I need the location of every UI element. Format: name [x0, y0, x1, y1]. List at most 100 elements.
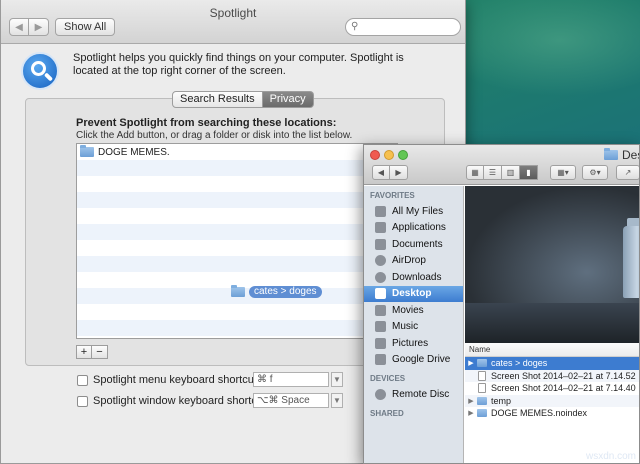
tab-search-results[interactable]: Search Results — [172, 91, 263, 108]
search-icon: ⚲ — [351, 21, 359, 32]
sidebar-item-movies[interactable]: Movies — [364, 302, 463, 319]
close-button[interactable] — [370, 150, 380, 160]
forward-button[interactable]: ▶ — [29, 18, 49, 36]
sidebar-item-airdrop[interactable]: AirDrop — [364, 253, 463, 270]
sidebar-item-label: Pictures — [392, 337, 429, 349]
folder-icon — [477, 359, 487, 368]
coverflow-icon: ▮ — [526, 168, 531, 177]
coverflow-preview — [465, 186, 639, 343]
finder-back-button[interactable]: ◀ — [372, 165, 390, 180]
folder-icon — [477, 396, 487, 405]
chevron-left-icon: ◀ — [15, 21, 23, 33]
share-button[interactable]: ↗ — [616, 165, 639, 180]
all-files-icon — [375, 205, 386, 217]
table-row[interactable]: ▶ DOGE MEMES.noindex — [465, 407, 639, 420]
devices-header: DEVICES — [370, 374, 406, 383]
list-view-button[interactable]: ☰ — [484, 165, 502, 180]
finder-toolbar: Deskt ◀ ▶ ▦ ☰ ▥ ▮ ▦▾ ⚙▾ ↗ — [364, 145, 639, 185]
disclosure-triangle-icon[interactable]: ▶ — [467, 359, 475, 367]
window-shortcut-field[interactable]: ⌥⌘ Space — [253, 393, 329, 408]
window-shortcut-label: Spotlight window keyboard shortcut: — [93, 395, 270, 407]
add-button[interactable]: + — [76, 345, 92, 359]
music-icon — [375, 321, 386, 333]
arrange-icon: ▦▾ — [557, 168, 569, 177]
sidebar-item-applications[interactable]: Applications — [364, 220, 463, 237]
sidebar-item-all-my-files[interactable]: All My Files — [364, 203, 463, 220]
list-icon: ☰ — [488, 168, 497, 177]
preview-image — [623, 226, 639, 298]
dragged-folder[interactable]: cates > doges — [231, 285, 322, 298]
favorites-header: FAVORITES — [370, 191, 415, 200]
folder-icon — [477, 409, 487, 418]
watermark: wsxdn.com — [585, 451, 636, 462]
dragged-folder-label: cates > doges — [249, 286, 322, 298]
applications-icon — [375, 222, 386, 234]
sidebar-item-music[interactable]: Music — [364, 319, 463, 336]
action-button[interactable]: ⚙▾ — [582, 165, 608, 180]
menu-shortcut-label: Spotlight menu keyboard shortcut: — [93, 374, 260, 386]
minimize-button[interactable] — [384, 150, 394, 160]
arrange-button[interactable]: ▦▾ — [550, 165, 576, 180]
remove-button[interactable]: − — [92, 345, 108, 359]
preview-floor — [465, 303, 639, 343]
sidebar-item-google-drive[interactable]: Google Drive — [364, 352, 463, 369]
column-view-button[interactable]: ▥ — [502, 165, 520, 180]
disclosure-triangle-icon[interactable]: ▶ — [467, 397, 475, 405]
file-name: Screen Shot 2014–02–21 at 7.14.52 — [491, 370, 636, 381]
disclosure-triangle-icon[interactable]: ▶ — [467, 409, 475, 417]
sidebar-item-documents[interactable]: Documents — [364, 236, 463, 253]
sidebar-item-label: Music — [392, 321, 419, 333]
file-name: DOGE MEMES.noindex — [491, 408, 588, 419]
sidebar-item-label: Downloads — [392, 271, 442, 283]
table-row[interactable]: Screen Shot 2014–02–21 at 7.14.40 — [465, 382, 639, 395]
menu-shortcut-checkbox[interactable] — [77, 374, 88, 386]
sidebar-item-desktop[interactable]: Desktop — [364, 285, 463, 302]
menu-shortcut-row: Spotlight menu keyboard shortcut: ⌘ f ▼ — [77, 372, 343, 387]
prevent-title: Prevent Spotlight from searching these l… — [76, 117, 337, 129]
desktop-icon — [375, 288, 386, 300]
sidebar-item-label: Applications — [392, 222, 446, 234]
google-drive-icon — [375, 354, 386, 366]
menu-shortcut-dropdown[interactable]: ▼ — [331, 372, 343, 387]
window-shortcut-checkbox[interactable] — [77, 395, 88, 407]
movies-icon — [375, 304, 386, 316]
airdrop-icon — [375, 255, 386, 267]
file-name: Screen Shot 2014–02–21 at 7.14.40 — [491, 383, 636, 394]
finder-nav: ◀ ▶ — [372, 165, 408, 180]
folder-icon — [604, 148, 618, 160]
search-input[interactable]: ⚲ — [345, 18, 461, 36]
show-all-button[interactable]: Show All — [55, 18, 116, 36]
finder-forward-button[interactable]: ▶ — [390, 165, 408, 180]
chevron-right-icon: ▶ — [395, 168, 402, 177]
sidebar-item-downloads[interactable]: Downloads — [364, 269, 463, 286]
icon-view-button[interactable]: ▦ — [466, 165, 484, 180]
share-icon: ↗ — [624, 168, 632, 177]
column-header-name[interactable]: Name — [465, 343, 639, 357]
table-row[interactable]: Screen Shot 2014–02–21 at 7.14.52 — [465, 369, 639, 382]
table-row[interactable]: ▶ cates > doges — [465, 357, 639, 370]
nav-buttons: ◀ ▶ — [9, 18, 49, 36]
tab-privacy[interactable]: Privacy — [262, 91, 314, 108]
list-item[interactable]: DOGE MEMES. — [77, 144, 397, 160]
spotlight-description: Spotlight helps you quickly find things … — [73, 52, 404, 77]
finder-title: Deskt — [604, 148, 639, 162]
table-row[interactable]: ▶ temp — [465, 394, 639, 407]
sidebar-item-remote-disc[interactable]: Remote Disc — [364, 386, 463, 403]
view-mode-segment: ▦ ☰ ▥ ▮ — [466, 165, 538, 180]
zoom-button[interactable] — [398, 150, 408, 160]
chevron-down-icon: ▼ — [333, 375, 341, 384]
image-file-icon — [478, 370, 486, 381]
columns-icon: ▥ — [506, 168, 515, 177]
back-button[interactable]: ◀ — [9, 18, 29, 36]
grid-icon: ▦ — [471, 168, 479, 177]
coverflow-view-button[interactable]: ▮ — [520, 165, 538, 180]
sidebar-item-pictures[interactable]: Pictures — [364, 335, 463, 352]
prevent-instructions: Click the Add button, or drag a folder o… — [76, 130, 353, 141]
sidebar-item-label: Movies — [392, 304, 424, 316]
window-shortcut-dropdown[interactable]: ▼ — [331, 393, 343, 408]
excluded-locations-list[interactable]: DOGE MEMES. cates > doges — [76, 143, 398, 339]
menu-shortcut-field[interactable]: ⌘ f — [253, 372, 329, 387]
folder-icon — [231, 285, 245, 297]
add-remove-buttons: + − — [76, 345, 108, 359]
remote-disc-icon — [375, 388, 386, 400]
